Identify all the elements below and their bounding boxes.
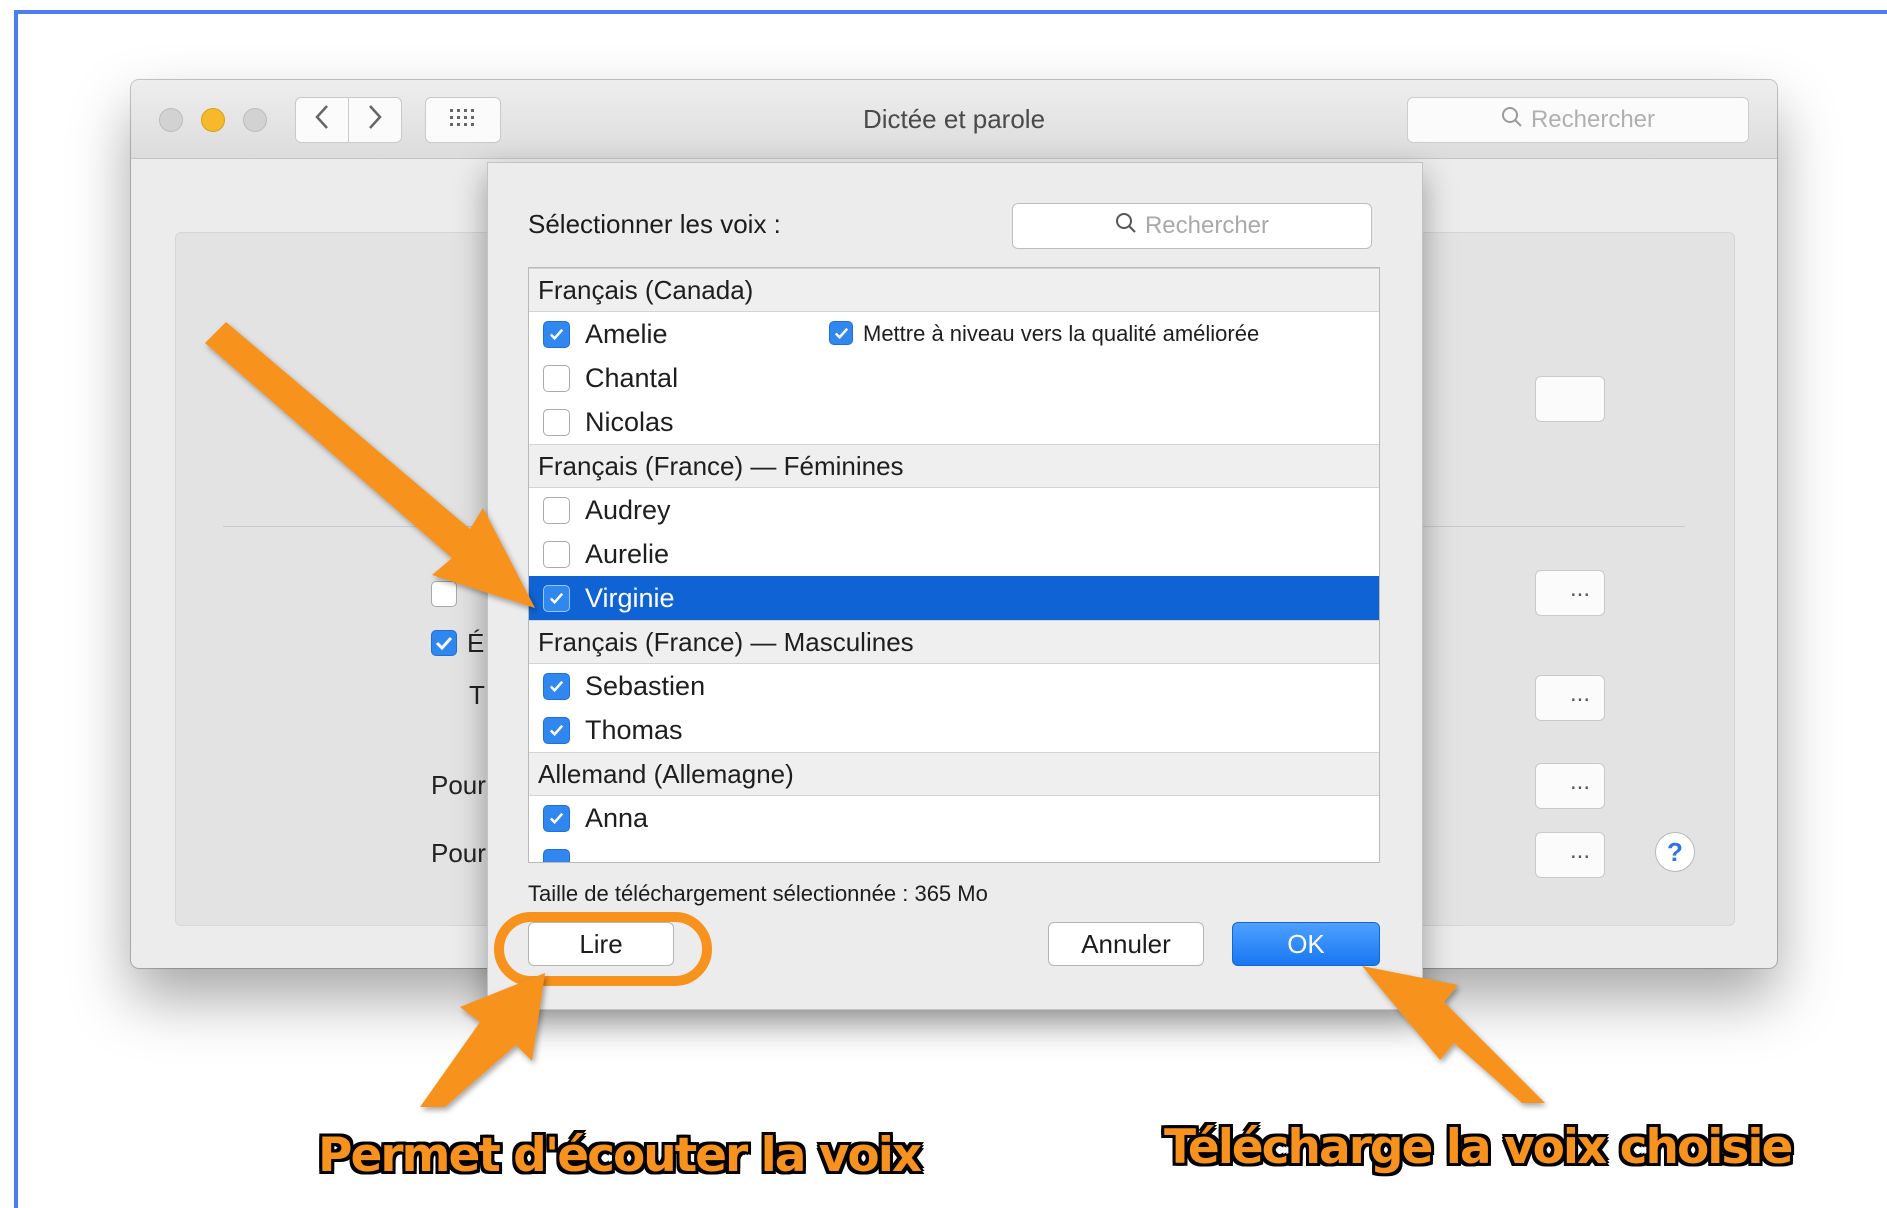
background-checkbox-checked[interactable] <box>431 630 457 656</box>
voice-checkbox[interactable] <box>543 585 570 612</box>
voice-row-sebastien[interactable]: Sebastien <box>529 664 1379 708</box>
voice-row-thomas[interactable]: Thomas <box>529 708 1379 752</box>
group-header: Français (Canada) <box>529 268 1379 312</box>
cancel-button[interactable]: Annuler <box>1048 922 1204 966</box>
background-button-4[interactable]: ... <box>1535 832 1605 878</box>
voice-checkbox[interactable] <box>543 717 570 744</box>
play-button-highlight-ring <box>494 912 712 986</box>
voice-name: Anna <box>585 803 649 833</box>
group-header: Français (France) — Féminines <box>529 444 1379 488</box>
voice-row-nicolas[interactable]: Nicolas <box>529 400 1379 444</box>
background-button-1[interactable]: ... <box>1535 570 1605 616</box>
voice-row-virginie-selected[interactable]: Virginie <box>529 576 1379 620</box>
callout-download-voice: Télécharge la voix choisie <box>1164 1120 1793 1175</box>
background-checkbox-label: É <box>467 628 485 658</box>
voice-name: Thomas <box>585 715 683 745</box>
voice-checkbox[interactable] <box>543 849 570 862</box>
voice-list[interactable]: Français (Canada) Amelie Mettre à niveau… <box>528 267 1380 863</box>
voice-checkbox[interactable] <box>543 673 570 700</box>
callout-play-voice: Permet d'écouter la voix <box>318 1128 922 1183</box>
voice-row-anna[interactable]: Anna <box>529 796 1379 840</box>
voice-name: Aurelie <box>585 539 670 569</box>
help-button[interactable]: ? <box>1655 832 1695 872</box>
voice-checkbox[interactable] <box>543 321 570 348</box>
voice-row-partial[interactable] <box>529 840 1379 862</box>
search-icon <box>1501 106 1523 135</box>
voice-name: Chantal <box>585 363 679 393</box>
voice-checkbox[interactable] <box>543 409 570 436</box>
voice-name: Audrey <box>585 495 671 525</box>
voice-search-field[interactable]: Rechercher <box>1012 203 1372 249</box>
voice-checkbox[interactable] <box>543 541 570 568</box>
voice-checkbox[interactable] <box>543 497 570 524</box>
download-size-label: Taille de téléchargement sélectionnée : … <box>528 881 988 906</box>
background-text-1: T <box>469 680 485 710</box>
background-text-3: Pour <box>431 838 486 868</box>
background-checkbox-unchecked[interactable] <box>431 581 457 607</box>
voice-name: Amelie <box>585 319 668 349</box>
upgrade-quality-label: Mettre à niveau vers la qualité amélioré… <box>863 321 1260 346</box>
question-mark-icon: ? <box>1667 837 1683 867</box>
voice-name: Virginie <box>585 583 675 613</box>
window-search-field[interactable]: Rechercher <box>1407 97 1749 143</box>
voice-name: Sebastien <box>585 671 706 701</box>
voice-row-amelie[interactable]: Amelie Mettre à niveau vers la qualité a… <box>529 312 1379 356</box>
ok-button[interactable]: OK <box>1232 922 1380 966</box>
background-button-3[interactable]: ... <box>1535 763 1605 809</box>
voice-checkbox[interactable] <box>543 805 570 832</box>
upgrade-quality-checkbox[interactable] <box>829 321 853 345</box>
title-bar: Dictée et parole Rechercher <box>131 80 1777 159</box>
voice-row-aurelie[interactable]: Aurelie <box>529 532 1379 576</box>
sheet-label: Sélectionner les voix : <box>528 209 781 239</box>
background-text-2: Pour <box>431 770 486 800</box>
background-popup-button[interactable] <box>1535 376 1605 422</box>
voice-row-chantal[interactable]: Chantal <box>529 356 1379 400</box>
voice-selection-sheet: Sélectionner les voix : Rechercher Franç… <box>487 162 1423 1010</box>
voice-row-audrey[interactable]: Audrey <box>529 488 1379 532</box>
window-search-placeholder: Rechercher <box>1530 106 1656 133</box>
voice-name: Nicolas <box>585 407 674 437</box>
group-header: Allemand (Allemagne) <box>529 752 1379 796</box>
search-icon <box>1115 212 1137 241</box>
background-button-2[interactable]: ... <box>1535 675 1605 721</box>
voice-checkbox[interactable] <box>543 365 570 392</box>
group-header: Français (France) — Masculines <box>529 620 1379 664</box>
voice-search-placeholder: Rechercher <box>1144 212 1270 239</box>
